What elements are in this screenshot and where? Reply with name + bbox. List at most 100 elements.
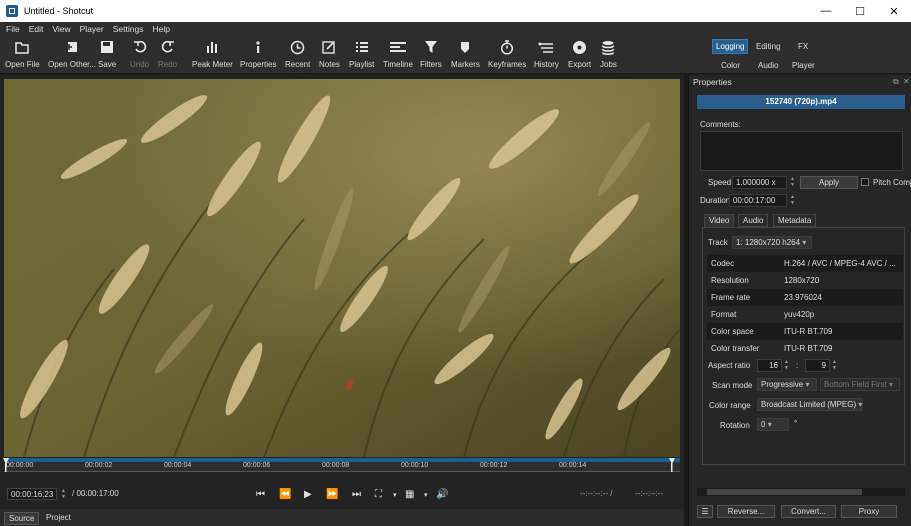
menu-view[interactable]: View [52,24,70,34]
zoom-dropdown-icon[interactable]: ▾ [393,491,397,499]
comments-label: Comments: [700,120,741,129]
player-panel: 00:00:00 00:00:02 00:00:04 00:00:06 00:0… [0,75,688,526]
comments-field[interactable] [700,131,903,171]
speed-field[interactable]: 1.000000 x [732,176,787,189]
export-button[interactable]: Export [568,38,591,69]
position-spinner[interactable]: ▲ ▼ [61,488,68,500]
rotation-select[interactable]: 0 ▾ [757,418,789,431]
track-select[interactable]: 1: 1280x720 h264 ▾ [732,236,812,249]
tab-video[interactable]: Video [704,214,735,227]
in-marker-icon[interactable] [2,458,10,472]
ruler-tick: 00:00:14 [559,462,587,469]
skip-to-start-icon[interactable]: ⏮ [256,489,265,500]
properties-button[interactable]: Properties [240,38,276,69]
grid-icon[interactable]: ▦ [405,489,414,500]
aspect-height-field[interactable]: 9 [805,359,830,372]
color-range-label: Color range [709,401,751,410]
play-icon[interactable]: ▶ [304,489,312,500]
volume-icon[interactable]: 🔊 [436,489,448,500]
tab-source[interactable]: Source [4,512,40,525]
tab-metadata[interactable]: Metadata [773,214,817,227]
rewind-icon[interactable]: ⏪ [279,489,291,500]
layout-audio-button[interactable]: Audio [755,59,781,72]
filters-button[interactable]: Filters [420,38,442,69]
close-panel-icon[interactable]: ✕ [903,77,910,86]
menu-help[interactable]: Help [152,24,169,34]
undo-button[interactable]: Undo [130,38,149,69]
maximize-button[interactable]: ☐ [843,0,877,22]
video-preview[interactable] [4,79,680,457]
float-icon[interactable]: ⧉ [893,77,899,87]
layout-player-button[interactable]: Player [789,59,818,72]
history-button[interactable]: History [534,38,559,69]
layout-logging-button[interactable]: Logging [712,39,749,54]
scrub-bar[interactable] [4,458,680,462]
menu-settings[interactable]: Settings [113,24,144,34]
convert-button[interactable]: Convert... [781,505,836,518]
peak-meter-button[interactable]: Peak Meter [192,38,233,69]
pitch-checkbox[interactable] [861,178,869,186]
menu-player[interactable]: Player [80,24,104,34]
table-row: Resolution 1280x720 [711,276,820,285]
ruler-tick: 00:00:08 [322,462,350,469]
ruler-tick: 00:00:02 [85,462,113,469]
aspect-separator: : [796,361,799,370]
track-label: Track [708,238,728,247]
proxy-button[interactable]: Proxy [841,505,897,518]
pitch-label: Pitch Comp [873,178,911,187]
file-name-header: 152740 (720p).mp4 [697,95,905,109]
color-range-select[interactable]: Broadcast Limited (MPEG) ▾ [757,398,863,411]
scan-mode-label: Scan mode [712,381,753,390]
jobs-button[interactable]: Jobs [600,38,617,69]
zoom-icon[interactable]: ⛶ [375,489,382,500]
redo-button[interactable]: Redo [158,38,177,69]
open-other-button[interactable]: Open Other... [48,38,96,69]
menu-button[interactable]: ☰ [697,505,713,518]
layout-fx-button[interactable]: FX [795,40,811,53]
playhead-icon[interactable] [668,458,676,472]
fast-forward-icon[interactable]: ⏩ [326,489,338,500]
tab-project[interactable]: Project [42,512,75,523]
recent-button[interactable]: Recent [285,38,310,69]
recent-icon [290,38,305,56]
keyframes-button[interactable]: Keyframes [488,38,526,69]
horizontal-scrollbar[interactable] [697,488,905,496]
save-button[interactable]: Save [98,38,116,69]
notes-button[interactable]: Notes [319,38,340,69]
layout-editing-button[interactable]: Editing [753,40,783,53]
aspect-width-field[interactable]: 16 [757,359,782,372]
timeline-button[interactable]: Timeline [383,38,413,69]
grass-video-frame [4,79,680,457]
redo-icon [161,38,175,56]
aspect-width-spinner[interactable]: ▲ ▼ [784,359,791,371]
position-timecode[interactable]: 00:00:16:23 [7,488,58,500]
table-row: Frame rate 23.976024 [707,289,903,306]
open-file-button[interactable]: Open File [5,38,40,69]
timeline-ruler[interactable]: 00:00:00 00:00:02 00:00:04 00:00:06 00:0… [4,462,680,472]
scan-mode-select[interactable]: Progressive ▾ [757,378,817,391]
playlist-button[interactable]: Playlist [349,38,374,69]
in-point-timecode: --:--:--:-- / [580,489,613,498]
grid-dropdown-icon[interactable]: ▾ [424,491,428,499]
menu-edit[interactable]: Edit [29,24,44,34]
apply-button[interactable]: Apply [800,176,858,189]
speed-label: Speed [708,178,732,187]
tab-audio[interactable]: Audio [738,214,769,227]
menu-file[interactable]: File [6,24,20,34]
skip-to-end-icon[interactable]: ⏭ [352,489,361,500]
markers-button[interactable]: Markers [451,38,480,69]
speed-spinner[interactable]: ▲ ▼ [790,176,797,188]
aspect-height-spinner[interactable]: ▲ ▼ [832,359,839,371]
title-bar: Untitled - Shotcut — ☐ ✕ [0,0,911,22]
properties-panel: Properties ⧉ ✕ 152740 (720p).mp4 Comment… [688,75,911,526]
close-button[interactable]: ✕ [877,0,911,22]
export-icon [572,38,587,56]
duration-label: Duration [700,196,731,205]
reverse-button[interactable]: Reverse... [717,505,775,518]
minimize-button[interactable]: — [809,0,843,22]
duration-spinner[interactable]: ▲ ▼ [790,194,797,206]
duration-field[interactable]: 00:00:17:00 [729,194,787,207]
transport-bar: 00:00:16:23 ▲ ▼ / 00:00:17:00 ⏮ ⏪ ▶ ⏩ ⏭ ⛶… [0,485,688,503]
timeline-icon [389,38,407,56]
layout-color-button[interactable]: Color [718,59,743,72]
